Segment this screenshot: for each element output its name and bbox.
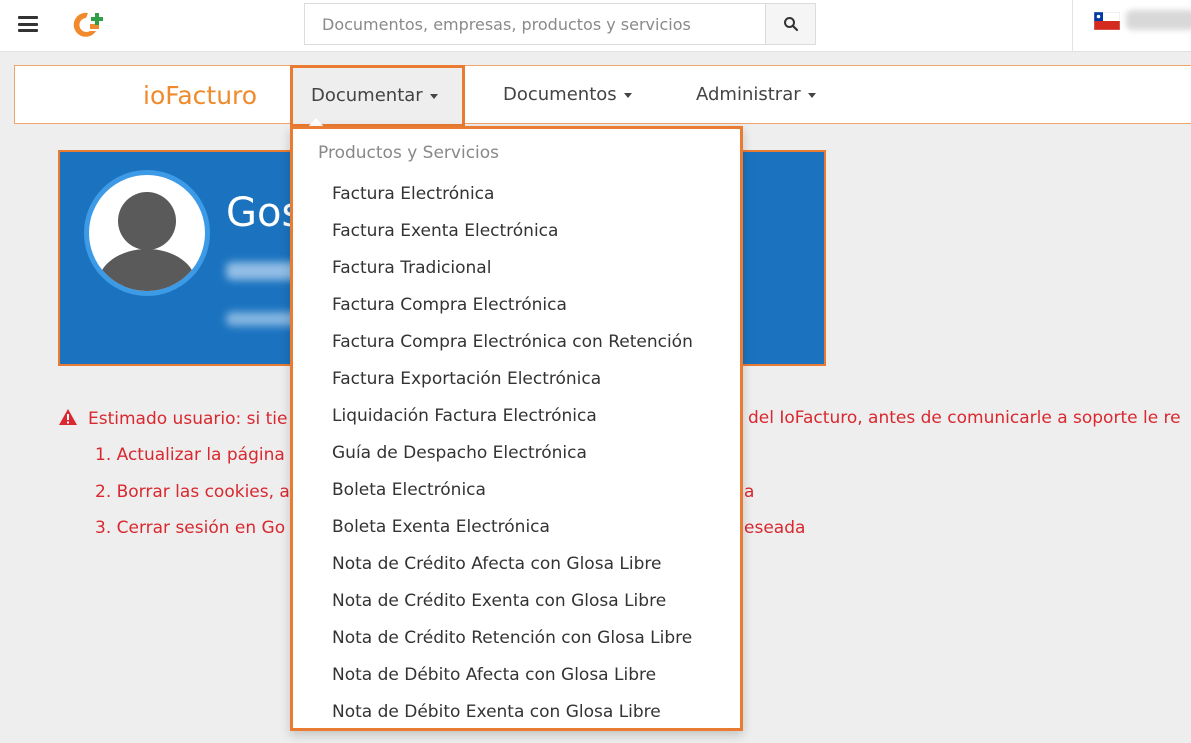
- menu-item-nd-exenta[interactable]: Nota de Débito Exenta con Glosa Libre: [332, 694, 693, 731]
- dropdown-list: Factura Electrónica Factura Exenta Elect…: [332, 176, 693, 731]
- search-button[interactable]: [765, 4, 815, 44]
- user-menu-obscured[interactable]: [1126, 10, 1191, 30]
- menu-item-factura-tradicional[interactable]: Factura Tradicional: [332, 250, 693, 287]
- menu-item-liquidacion-factura[interactable]: Liquidación Factura Electrónica: [332, 398, 693, 435]
- menu-item-factura-exenta-electronica[interactable]: Factura Exenta Electrónica: [332, 213, 693, 250]
- hamburger-icon[interactable]: [18, 16, 38, 32]
- warning-message: Estimado usuario: si tie: [58, 408, 287, 429]
- chile-flag-icon[interactable]: [1094, 12, 1120, 30]
- warning-triangle-icon: [59, 409, 77, 425]
- nav-documentos-label: Documentos: [503, 84, 617, 105]
- menu-item-nc-exenta[interactable]: Nota de Crédito Exenta con Glosa Libre: [332, 583, 693, 620]
- caret-down-icon: [429, 93, 438, 99]
- nav-documentar-label: Documentar: [311, 85, 423, 106]
- main-navbar: ioFacturo Documentos Administrar: [14, 65, 1191, 124]
- menu-item-factura-compra-electronica[interactable]: Factura Compra Electrónica: [332, 287, 693, 324]
- warning-text-left: Estimado usuario: si tie: [88, 409, 288, 429]
- search-input[interactable]: [305, 4, 765, 44]
- menu-item-factura-exportacion[interactable]: Factura Exportación Electrónica: [332, 361, 693, 398]
- avatar: [84, 170, 210, 296]
- warning-step-3: 3. Cerrar sesión en Go: [95, 518, 286, 538]
- app-logo-icon[interactable]: [68, 9, 112, 41]
- warning-step-2: 2. Borrar las cookies, a: [95, 482, 290, 502]
- menu-item-nd-afecta[interactable]: Nota de Débito Afecta con Glosa Libre: [332, 657, 693, 694]
- nav-administrar-label: Administrar: [696, 84, 801, 105]
- dropdown-header: Productos y Servicios: [318, 143, 500, 163]
- nav-administrar[interactable]: Administrar: [696, 84, 816, 105]
- nav-documentos[interactable]: Documentos: [503, 84, 632, 105]
- documentar-dropdown-menu: Productos y Servicios Factura Electrónic…: [290, 126, 743, 731]
- caret-down-icon: [807, 92, 816, 98]
- warning-step-3-tail: eseada: [744, 518, 806, 538]
- topbar-divider: [1072, 0, 1073, 52]
- warning-text-right: del IoFacturo, antes de comunicarle a so…: [748, 408, 1181, 428]
- menu-item-guia-despacho[interactable]: Guía de Despacho Electrónica: [332, 435, 693, 472]
- menu-item-boleta-exenta[interactable]: Boleta Exenta Electrónica: [332, 509, 693, 546]
- warning-step-1: 1. Actualizar la página: [95, 445, 285, 465]
- menu-item-boleta-electronica[interactable]: Boleta Electrónica: [332, 472, 693, 509]
- warning-step-2-tail: a: [744, 482, 755, 502]
- menu-item-nc-retencion[interactable]: Nota de Crédito Retención con Glosa Libr…: [332, 620, 693, 657]
- search-bar: [304, 3, 816, 45]
- menu-item-nc-afecta[interactable]: Nota de Crédito Afecta con Glosa Libre: [332, 546, 693, 583]
- brand-link[interactable]: ioFacturo: [143, 81, 257, 110]
- search-icon: [783, 17, 798, 32]
- menu-item-factura-compra-retencion[interactable]: Factura Compra Electrónica con Retención: [332, 324, 693, 361]
- top-bar: [0, 0, 1191, 52]
- menu-item-factura-electronica[interactable]: Factura Electrónica: [332, 176, 693, 213]
- caret-down-icon: [623, 92, 632, 98]
